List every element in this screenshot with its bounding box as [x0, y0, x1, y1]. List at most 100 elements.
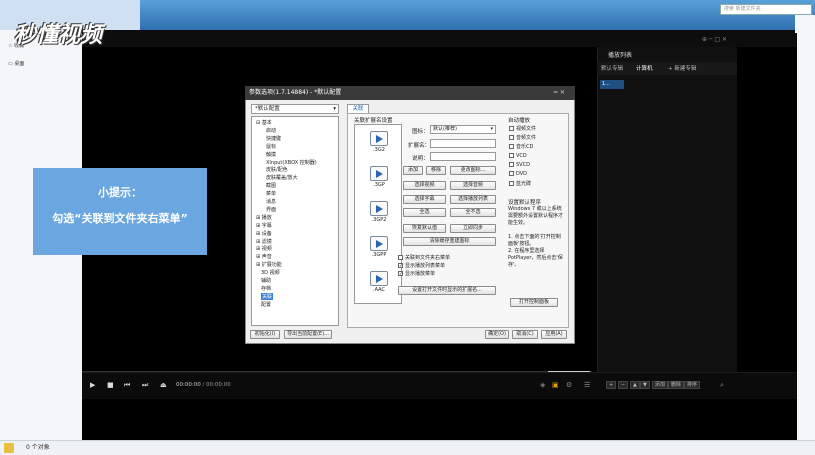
tree-item[interactable]: 关联	[261, 292, 274, 300]
select-all-button[interactable]: 全选	[403, 208, 446, 217]
folder-menu-checkbox[interactable]: 关联到文件夹右菜单	[398, 254, 450, 261]
extension-item[interactable]: .3G2	[363, 131, 395, 153]
set-open-with-button[interactable]: 设置打开文件时显示的扩展名...	[398, 286, 496, 295]
tree-item[interactable]: 皮肤覆盖/放大	[266, 174, 298, 181]
cancel-button[interactable]: 取消(C)	[512, 330, 538, 339]
extension-item[interactable]: .3GPP	[363, 236, 395, 258]
extension-item[interactable]: .AAC	[363, 271, 395, 293]
open-control-panel-button[interactable]: 打开控制面板	[510, 298, 558, 307]
settings-icon[interactable]: ⚙	[566, 381, 572, 389]
tree-item[interactable]: 配置	[261, 301, 271, 308]
restore-default-button[interactable]: 恢复默认值	[403, 224, 446, 233]
tree-item[interactable]: ⊞ 扩展功能	[256, 261, 282, 268]
autoplay-checkbox[interactable]: DVD	[509, 171, 527, 177]
select-subtitle-button[interactable]: 选择字幕	[403, 195, 446, 204]
tab-new-album[interactable]: + 新建专辑	[668, 64, 696, 72]
tree-item[interactable]: ⊞ 字幕	[256, 222, 272, 229]
tree-item[interactable]: 触摸	[266, 151, 276, 158]
tree-item[interactable]: 存档	[261, 285, 271, 292]
tree-item[interactable]: ⊞ 播放	[256, 214, 272, 221]
init-button[interactable]: 初始化(I)	[250, 330, 280, 339]
tree-item[interactable]: ⊟ 基本	[256, 119, 272, 126]
select-video-button[interactable]: 选择视频	[403, 181, 446, 190]
tree-item[interactable]: 截图	[266, 182, 276, 189]
tab-default-album[interactable]: 默认专辑	[601, 64, 623, 72]
show-playlist-menu-checkbox[interactable]: ✓ 显示播放列表菜单	[398, 262, 445, 269]
previous-icon[interactable]: ⏮	[124, 381, 130, 390]
tree-item[interactable]: 界面	[266, 206, 276, 213]
tree-item[interactable]: ⊞ 视频	[256, 245, 272, 252]
select-audio-button[interactable]: 选择音频	[450, 181, 496, 190]
profile-select[interactable]: *默认配置 ▾	[251, 104, 339, 114]
change-icon-button[interactable]: 更改图标...	[450, 166, 496, 175]
window-controls[interactable]: ⊕ ─ □ ✕	[702, 36, 727, 43]
tree-item[interactable]: 菜单	[266, 190, 276, 197]
tree-item[interactable]: 皮肤/配色	[266, 166, 288, 173]
autoplay-checkbox[interactable]: 音乐CD	[509, 143, 533, 150]
extension-field[interactable]	[430, 139, 496, 148]
dialog-close-icon[interactable]: ≈ ✕	[553, 86, 565, 100]
show-play-menu-checkbox[interactable]: ✓ 显示播放菜单	[398, 270, 435, 277]
autoplay-checkbox[interactable]: 音频文件	[509, 134, 536, 141]
nav-desktop[interactable]: ▭ 桌面	[8, 60, 24, 67]
remove-icon[interactable]: −	[618, 381, 629, 389]
tree-item[interactable]: 3D 视频	[261, 269, 280, 276]
apply-now-button[interactable]: 立即同步	[450, 224, 496, 233]
clear-cache-button[interactable]: 清除缓存重建图标	[403, 237, 496, 246]
add-button[interactable]: 添加	[403, 166, 423, 175]
playlist-panel	[597, 47, 737, 377]
tree-item[interactable]: ⊞ 声音	[256, 253, 272, 260]
search-icon[interactable]: ⌕	[720, 381, 724, 390]
next-icon[interactable]: ⏭	[142, 381, 148, 390]
move-up-icon[interactable]: ▲	[630, 381, 640, 389]
select-none-button[interactable]: 全不选	[450, 208, 496, 217]
subtitle-icon[interactable]: ▣	[552, 381, 559, 389]
tip-body: 勾选“关联到文件夹右菜单”	[52, 212, 188, 225]
description-label: 说明：	[412, 156, 429, 162]
media-file-icon	[370, 201, 388, 216]
default-program-description: Windows 7 或以上系统需要额外设置默认程序才能生效。 1. 点击下面的'…	[508, 206, 564, 268]
status-text: 0 个对象	[26, 444, 50, 451]
apply-button[interactable]: 应用(A)	[541, 330, 567, 339]
autoplay-checkbox[interactable]: SVCD	[509, 161, 530, 168]
icon-select[interactable]: 默认(推荐) ▾	[430, 125, 496, 134]
tree-item[interactable]: ⊞ 滤镜	[256, 238, 272, 245]
playlist-toggle-icon[interactable]: ☰	[584, 381, 590, 389]
time-display: 00:00:00 / 00:00:00	[176, 382, 231, 388]
playlist-remove-button[interactable]: 删除	[668, 381, 685, 389]
autoplay-checkbox[interactable]: VCD	[509, 152, 527, 159]
explorer-search-input[interactable]: 搜索 新建文件夹	[720, 4, 812, 15]
play-icon[interactable]: ▶	[90, 381, 95, 389]
export-config-button[interactable]: 导出当前配置(E)...	[284, 330, 332, 339]
stop-icon[interactable]: ■	[107, 381, 114, 389]
explorer-status-bar: 0 个对象	[0, 440, 815, 455]
3d-icon[interactable]: ◈	[540, 381, 545, 389]
eject-icon[interactable]: ⏏	[160, 381, 167, 389]
ok-button[interactable]: 确定(O)	[485, 330, 509, 339]
playlist-sort-button[interactable]: 排序	[684, 381, 701, 389]
remove-button[interactable]: 移除	[426, 166, 446, 175]
tree-item[interactable]: 鼠标	[266, 143, 276, 150]
tree-item[interactable]: 消息	[266, 198, 276, 205]
tab-computer[interactable]: 计算机	[636, 64, 653, 72]
move-down-icon[interactable]: ▼	[640, 381, 650, 389]
select-playlist-button[interactable]: 选择播放列表	[450, 195, 496, 204]
playlist-add-button[interactable]: 添加	[652, 381, 669, 389]
settings-tree[interactable]: ⊟ 基本 启动 快捷键 鼠标 触摸 XInput(XBOX 控制器) 皮肤/配色 皮肤覆盖/放…	[251, 116, 339, 326]
extension-item[interactable]: .3GP	[363, 166, 395, 188]
tree-item[interactable]: 辅助	[261, 277, 271, 284]
folder-icon	[4, 443, 14, 453]
tree-item[interactable]: XInput(XBOX 控制器)	[266, 159, 317, 166]
tree-item[interactable]: ⊞ 设备	[256, 230, 272, 237]
add-icon[interactable]: +	[606, 381, 617, 389]
tab-association[interactable]: 关联	[347, 104, 369, 113]
autoplay-checkbox[interactable]: 蓝光碟	[509, 180, 531, 187]
playlist-item[interactable]: 1...	[600, 80, 624, 89]
tree-item[interactable]: 启动	[266, 127, 276, 134]
extension-list[interactable]: .3G2 .3GP .3GP2 .3GPP .AAC	[354, 124, 402, 304]
tree-item[interactable]: 快捷键	[266, 135, 281, 142]
extension-label: .3G2	[373, 147, 385, 153]
autoplay-checkbox[interactable]: 视频文件	[509, 125, 536, 132]
description-field[interactable]	[430, 152, 496, 161]
extension-item[interactable]: .3GP2	[363, 201, 395, 223]
